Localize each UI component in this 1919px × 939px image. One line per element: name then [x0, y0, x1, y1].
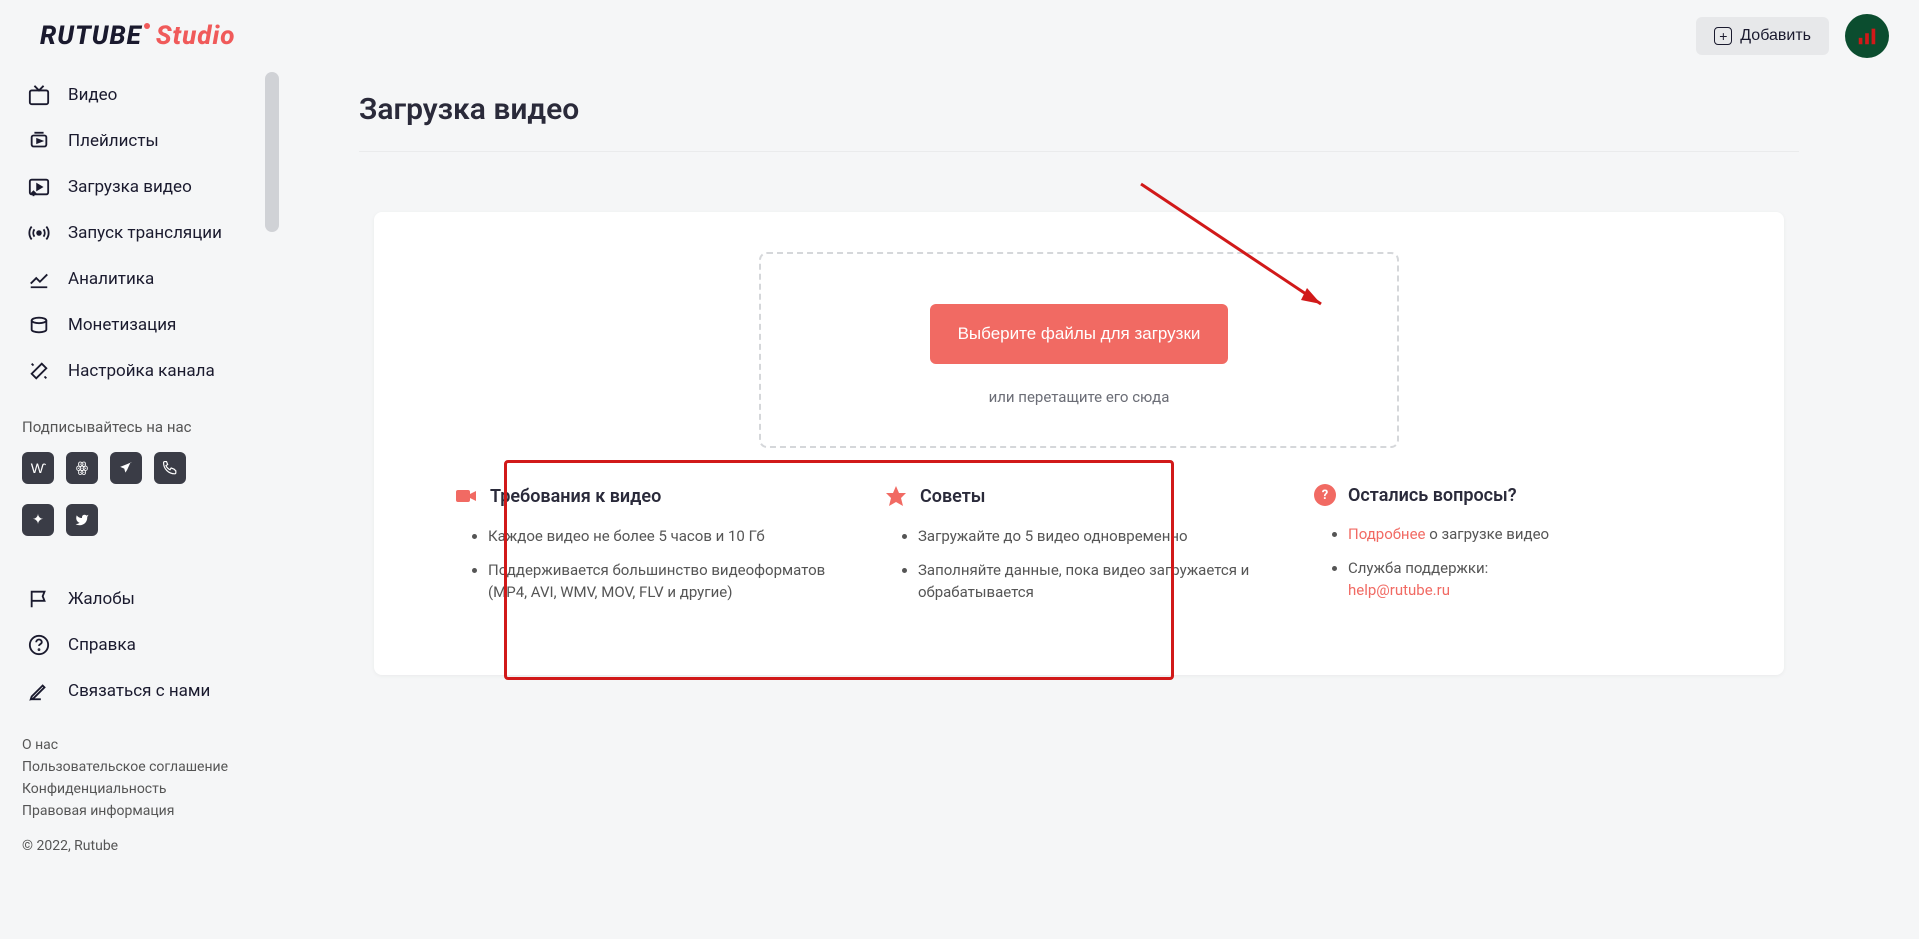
ok-icon: ꙮ	[76, 460, 88, 476]
support-email-link[interactable]: help@rutube.ru	[1348, 581, 1450, 599]
telegram-icon	[119, 461, 133, 475]
sidebar-item-settings[interactable]: Настройка канала	[16, 348, 271, 394]
sidebar-nav: Видео Плейлисты Загрузка видео Запуск тр…	[0, 72, 279, 394]
tv-icon	[28, 84, 50, 106]
social-row-2: ✦	[0, 500, 279, 540]
social-ok[interactable]: ꙮ	[66, 452, 98, 484]
drop-hint: или перетащите его сюда	[989, 388, 1170, 406]
sidebar-item-label: Видео	[68, 85, 117, 105]
sidebar-item-monetization[interactable]: Монетизация	[16, 302, 271, 348]
camera-icon	[454, 484, 478, 508]
info-questions: ? Остались вопросы? Подробнее о загрузке…	[1314, 484, 1704, 613]
logo-text-black: RUTUBE	[40, 21, 142, 51]
list-item: Заполняйте данные, пока видео загружаетс…	[918, 560, 1274, 604]
support-label: Служба поддержки:	[1348, 559, 1488, 577]
more-link[interactable]: Подробнее	[1348, 525, 1426, 543]
subscribe-title: Подписывайтесь на нас	[0, 394, 279, 448]
sidebar-item-label: Плейлисты	[68, 131, 159, 151]
upload-card: Выберите файлы для загрузки или перетащи…	[374, 212, 1784, 675]
flag-icon	[28, 588, 50, 610]
sidebar-scrollbar[interactable]	[265, 72, 279, 232]
info-requirements-title: Требования к видео	[490, 486, 661, 507]
logo-dot	[144, 23, 150, 29]
upload-dropzone[interactable]: Выберите файлы для загрузки или перетащи…	[759, 252, 1399, 448]
header-right: + Добавить	[1696, 14, 1889, 58]
list-item: Служба поддержки: help@rutube.ru	[1348, 558, 1704, 602]
footer-link-terms[interactable]: Пользовательское соглашение	[22, 756, 279, 778]
sidebar-item-label: Загрузка видео	[68, 177, 192, 197]
list-item: Загружайте до 5 видео одновременно	[918, 526, 1274, 548]
sidebar-bottom-nav: Жалобы Справка Связаться с нами	[0, 576, 279, 714]
sidebar: Видео Плейлисты Загрузка видео Запуск тр…	[0, 72, 279, 939]
sidebar-item-playlists[interactable]: Плейлисты	[16, 118, 271, 164]
analytics-icon	[28, 268, 50, 290]
app-header: RUTUBE Studio + Добавить	[0, 0, 1919, 72]
social-vk[interactable]: Ⱳ	[22, 452, 54, 484]
main-content: Загрузка видео Выберите файлы для загруз…	[279, 72, 1919, 939]
broadcast-icon	[28, 222, 50, 244]
playlist-icon	[28, 130, 50, 152]
viber-icon	[163, 461, 177, 475]
footer-link-about[interactable]: О нас	[22, 734, 279, 756]
more-text: о загрузке видео	[1426, 525, 1550, 543]
info-tips: Советы Загружайте до 5 видео одновременн…	[884, 484, 1274, 615]
page-title: Загрузка видео	[359, 92, 1799, 152]
social-twitter[interactable]	[66, 504, 98, 536]
select-files-button[interactable]: Выберите файлы для загрузки	[930, 304, 1229, 364]
star-icon	[884, 484, 908, 508]
info-tips-title: Советы	[920, 486, 986, 507]
sidebar-item-label: Справка	[68, 635, 136, 655]
sidebar-item-help[interactable]: Справка	[16, 622, 271, 668]
footer-copyright: © 2022, Rutube	[0, 822, 279, 854]
sidebar-item-upload[interactable]: Загрузка видео	[16, 164, 271, 210]
wand-icon	[28, 360, 50, 382]
sidebar-item-label: Аналитика	[68, 269, 154, 289]
add-button[interactable]: + Добавить	[1696, 17, 1829, 55]
list-item: Поддерживается большинство видеоформатов…	[488, 560, 844, 604]
info-questions-title: Остались вопросы?	[1348, 485, 1517, 506]
sidebar-item-video[interactable]: Видео	[16, 72, 271, 118]
info-requirements: Требования к видео Каждое видео не более…	[454, 484, 844, 615]
sidebar-item-label: Монетизация	[68, 315, 176, 335]
plus-square-icon: +	[1714, 27, 1732, 45]
zen-icon: ✦	[32, 512, 44, 528]
sidebar-item-stream[interactable]: Запуск трансляции	[16, 210, 271, 256]
logo-text-red: Studio	[156, 21, 236, 51]
social-telegram[interactable]	[110, 452, 142, 484]
question-icon: ?	[1314, 484, 1336, 506]
sidebar-item-label: Запуск трансляции	[68, 223, 222, 243]
upload-video-icon	[28, 176, 50, 198]
sidebar-item-label: Жалобы	[68, 589, 135, 609]
sidebar-item-analytics[interactable]: Аналитика	[16, 256, 271, 302]
info-grid: Требования к видео Каждое видео не более…	[454, 484, 1704, 615]
list-item: Каждое видео не более 5 часов и 10 Гб	[488, 526, 844, 548]
footer-link-legal[interactable]: Правовая информация	[22, 800, 279, 822]
help-icon	[28, 634, 50, 656]
info-questions-list: Подробнее о загрузке видео Служба поддер…	[1314, 524, 1704, 601]
sidebar-item-label: Настройка канала	[68, 361, 215, 381]
sidebar-item-complaints[interactable]: Жалобы	[16, 576, 271, 622]
social-row-1: Ⱳ ꙮ	[0, 448, 279, 488]
sidebar-item-label: Связаться с нами	[68, 681, 210, 701]
info-tips-list: Загружайте до 5 видео одновременно Запол…	[884, 526, 1274, 603]
footer-links: О нас Пользовательское соглашение Конфид…	[0, 714, 279, 822]
list-item: Подробнее о загрузке видео	[1348, 524, 1704, 546]
coin-icon	[28, 314, 50, 336]
footer-link-privacy[interactable]: Конфиденциальность	[22, 778, 279, 800]
logo[interactable]: RUTUBE Studio	[40, 21, 235, 51]
social-viber[interactable]	[154, 452, 186, 484]
social-zen[interactable]: ✦	[22, 504, 54, 536]
info-requirements-list: Каждое видео не более 5 часов и 10 Гб По…	[454, 526, 844, 603]
vk-icon: Ⱳ	[31, 460, 46, 477]
edit-icon	[28, 680, 50, 702]
avatar-chart-icon	[1856, 25, 1878, 47]
avatar[interactable]	[1845, 14, 1889, 58]
twitter-icon	[75, 513, 89, 527]
add-button-label: Добавить	[1740, 27, 1811, 45]
sidebar-item-contact[interactable]: Связаться с нами	[16, 668, 271, 714]
